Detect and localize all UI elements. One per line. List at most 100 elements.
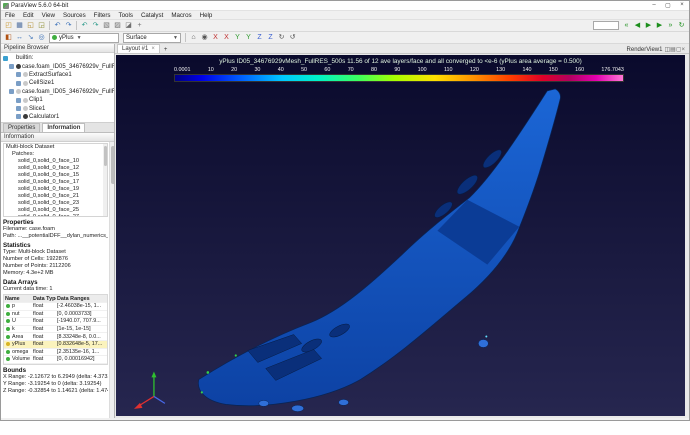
rotate-90-cw-icon[interactable]: ↻ — [276, 33, 287, 43]
add-layout-tab-button[interactable]: + — [160, 47, 172, 53]
rescale-to-visible-range-icon[interactable]: ◎ — [36, 33, 47, 43]
hierarchy-scrollbar[interactable] — [103, 144, 107, 216]
tab-information[interactable]: Information — [42, 123, 85, 132]
hierarchy-item[interactable]: solid_0,solid_0_face_19 — [4, 186, 107, 193]
tab-properties[interactable]: Properties — [3, 123, 40, 132]
set-view-minus-x-icon[interactable]: X — [221, 33, 232, 43]
eye-icon[interactable] — [23, 114, 28, 119]
interact-icon[interactable]: + — [134, 21, 145, 31]
menu-item[interactable]: Help — [196, 12, 217, 19]
previous-frame-icon[interactable]: ◀ — [632, 21, 643, 31]
pipeline-item[interactable]: Clip1 — [1, 96, 114, 104]
menu-item[interactable]: Edit — [19, 12, 38, 19]
colorbar-tick: 0.0001 — [174, 67, 191, 73]
set-view-plus-y-icon[interactable]: Y — [232, 33, 243, 43]
source-icon — [16, 72, 21, 77]
set-view-minus-z-icon[interactable]: Z — [265, 33, 276, 43]
close-tab-icon[interactable]: × — [151, 46, 155, 52]
pipeline-item[interactable]: Slice1 — [1, 104, 114, 112]
reset-camera-icon[interactable]: ⌂ — [188, 33, 199, 43]
data-array-row[interactable]: Area float [8.33248e-8, 0.0... — [4, 333, 107, 341]
eye-icon[interactable] — [23, 72, 28, 77]
hierarchy-item[interactable]: solid_0,solid_0_face_10 — [4, 158, 107, 165]
rescale-to-data-range-icon[interactable]: ↔ — [14, 33, 25, 43]
data-array-row[interactable]: k float [1e-15, 1e-15] — [4, 326, 107, 334]
eye-icon[interactable] — [16, 89, 21, 94]
data-array-row[interactable]: p float [-2.46038e-15, 1... — [4, 303, 107, 311]
render-view-name: RenderView1 — [627, 47, 663, 53]
save-file-icon[interactable]: ▦ — [14, 21, 25, 31]
menu-item[interactable]: Macros — [167, 12, 195, 19]
information-scrollbar[interactable] — [109, 142, 114, 418]
camera-undo-icon[interactable]: ↶ — [79, 21, 90, 31]
play-icon[interactable]: ▶ — [643, 21, 654, 31]
menu-item[interactable]: File — [1, 12, 19, 19]
source-icon — [16, 81, 21, 86]
menu-item[interactable]: Tools — [115, 12, 137, 19]
undo-icon[interactable]: ↶ — [52, 21, 63, 31]
data-array-row[interactable]: yPlus float [0.832648e-5, 17... — [4, 341, 107, 349]
next-frame-icon[interactable]: ▶ — [654, 21, 665, 31]
last-frame-icon[interactable]: » — [665, 21, 676, 31]
eye-icon[interactable] — [10, 56, 15, 61]
pipeline-item[interactable]: CellSize1 — [1, 79, 114, 87]
titlebar[interactable]: ParaView 5.6.0 64-bit – ▢ × — [1, 1, 689, 11]
data-array-row[interactable]: U float [-1940.07, 707.9... — [4, 318, 107, 326]
set-view-minus-y-icon[interactable]: Y — [243, 33, 254, 43]
zoom-to-data-icon[interactable]: ◉ — [199, 33, 210, 43]
pipeline-item[interactable]: case.foam_ID05_34676929v_FullRES_50 — [1, 62, 114, 70]
representation-combo[interactable]: Surface ▼ — [123, 33, 181, 43]
first-frame-icon[interactable]: « — [621, 21, 632, 31]
data-array-row[interactable]: omega float [2.35135e-16, 1... — [4, 349, 107, 357]
data-array-row[interactable]: Volume float [0, 0.00016942] — [4, 356, 107, 364]
set-view-plus-z-icon[interactable]: Z — [254, 33, 265, 43]
hierarchy-item[interactable]: Patches: — [4, 151, 107, 158]
data-array-row[interactable]: nut float [0, 0.0003733] — [4, 311, 107, 319]
close-button[interactable]: × — [675, 2, 689, 9]
menu-item[interactable]: Sources — [59, 12, 90, 19]
save-state-icon[interactable]: ◲ — [36, 21, 47, 31]
pipeline-item[interactable]: Calculator1 — [1, 113, 114, 121]
pipeline-item[interactable]: ExtractSurface1 — [1, 71, 114, 79]
hierarchy-item[interactable]: Multi-block Dataset — [4, 144, 107, 151]
time-value-input[interactable] — [593, 21, 619, 30]
loop-icon[interactable]: ↻ — [676, 21, 687, 31]
tab-layout-1[interactable]: Layout #1 × — [117, 44, 160, 53]
menu-item[interactable]: Catalyst — [137, 12, 167, 19]
hierarchy-item[interactable]: solid_0,solid_0_face_17 — [4, 179, 107, 186]
rotate-90-ccw-icon[interactable]: ↺ — [287, 33, 298, 43]
menu-item[interactable]: View — [38, 12, 59, 19]
set-view-plus-x-icon[interactable]: X — [210, 33, 221, 43]
eye-icon[interactable] — [23, 81, 28, 86]
camera-redo-icon[interactable]: ↷ — [90, 21, 101, 31]
edit-color-map-icon[interactable]: ◧ — [3, 33, 14, 43]
select-frustum-icon[interactable]: ◪ — [123, 21, 134, 31]
close-view-icon[interactable]: × — [681, 47, 685, 53]
aircraft-model[interactable] — [116, 55, 685, 416]
colorbar-tick: 160 — [575, 67, 584, 73]
eye-icon[interactable] — [23, 98, 28, 103]
render-view[interactable]: yPlus ID05_34676929vMesh_FullRES_500s 11… — [116, 55, 685, 416]
rescale-to-custom-range-icon[interactable]: ↘ — [25, 33, 36, 43]
hierarchy-item[interactable]: solid_0,solid_0_face_25 — [4, 207, 107, 214]
menu-item[interactable]: Filters — [90, 12, 115, 19]
maximize-button[interactable]: ▢ — [661, 2, 675, 9]
colorbar-gradient[interactable] — [174, 74, 624, 82]
open-file-icon[interactable]: ◰ — [3, 21, 14, 31]
hierarchy-item[interactable]: solid_0,solid_0_face_12 — [4, 165, 107, 172]
select-surface-cells-icon[interactable]: ▧ — [101, 21, 112, 31]
coloring-field-combo[interactable]: yPlus ▼ — [49, 33, 119, 43]
load-state-icon[interactable]: ◱ — [25, 21, 36, 31]
hierarchy-item[interactable]: solid_0,solid_0_face_23 — [4, 200, 107, 207]
pipeline-item[interactable]: builtin: — [1, 54, 114, 62]
select-surface-points-icon[interactable]: ▨ — [112, 21, 123, 31]
redo-icon[interactable]: ↷ — [63, 21, 74, 31]
minimize-button[interactable]: – — [647, 2, 661, 9]
pipeline-browser: builtin: case.foam_ID05_34676929v_FullRE… — [1, 53, 114, 123]
hierarchy-item[interactable]: solid_0,solid_0_face_21 — [4, 193, 107, 200]
eye-icon[interactable] — [16, 64, 21, 69]
eye-icon[interactable] — [23, 106, 28, 111]
pipeline-item[interactable]: case.foam_ID05_34676929v_FullRES_50 — [1, 88, 114, 96]
hierarchy-item[interactable]: solid_0,solid_0_face_27 — [4, 214, 107, 217]
hierarchy-item[interactable]: solid_0,solid_0_face_15 — [4, 172, 107, 179]
